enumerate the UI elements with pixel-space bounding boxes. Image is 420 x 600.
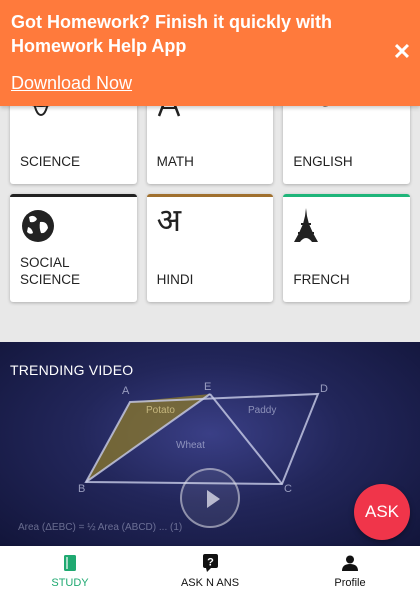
card-accent [10,194,137,197]
subject-label: FRENCH [293,272,350,287]
nav-item-ask-n-ans[interactable]: ? ASK N ANS [140,546,280,600]
card-accent [283,194,411,197]
point-label: D [320,383,328,395]
book-icon [64,554,76,572]
formula-text: Area (ΔEBC) = ½ Area (ABCD) ... (1) [18,522,182,533]
subject-label: SCIENCE [20,154,81,169]
card-accent [146,194,274,197]
bottom-nav: STUDY ? ASK N ANS Profile [0,546,420,600]
subject-card-hindi[interactable]: अ HINDI [146,194,274,302]
point-label: B [78,483,85,495]
download-now-link[interactable]: Download Now [11,73,132,94]
subject-grid: SCIENCE MATH Aa ENGLISH [0,78,420,302]
promo-banner[interactable]: Got Homework? Finish it quickly with Hom… [0,0,420,106]
ask-button[interactable]: ASK [354,484,410,540]
play-button-icon[interactable] [180,468,240,528]
nav-label: ASK N ANS [180,577,240,589]
subject-card-social-science[interactable]: SOCIAL SCIENCE [10,194,137,302]
banner-headline: Got Homework? Finish it quickly with Hom… [11,12,333,56]
subject-label: ENGLISH [293,154,353,169]
subject-card-french[interactable]: FRENCH [283,194,411,302]
nav-item-study[interactable]: STUDY [0,546,140,600]
region-label: Wheat [176,440,205,451]
trending-title: TRENDING VIDEO [10,362,134,378]
hindi-letter-icon: अ [156,201,182,239]
globe-icon [20,208,56,249]
svg-text:?: ? [207,557,214,569]
point-label: A [122,385,130,397]
close-icon[interactable]: ✕ [390,40,414,64]
person-icon [342,554,358,572]
region-label: Potato [146,405,175,416]
question-icon: ? [202,554,218,572]
eiffel-tower-icon [293,208,319,247]
subject-label: MATH [156,154,194,169]
subject-label: HINDI [156,272,194,287]
region-label: Paddy [248,405,276,416]
nav-item-profile[interactable]: Profile [280,546,420,600]
nav-label: STUDY [51,577,89,589]
point-label: C [284,483,292,495]
point-label: E [204,381,211,393]
nav-label: Profile [334,577,366,589]
subject-label: SOCIAL SCIENCE [20,255,81,287]
